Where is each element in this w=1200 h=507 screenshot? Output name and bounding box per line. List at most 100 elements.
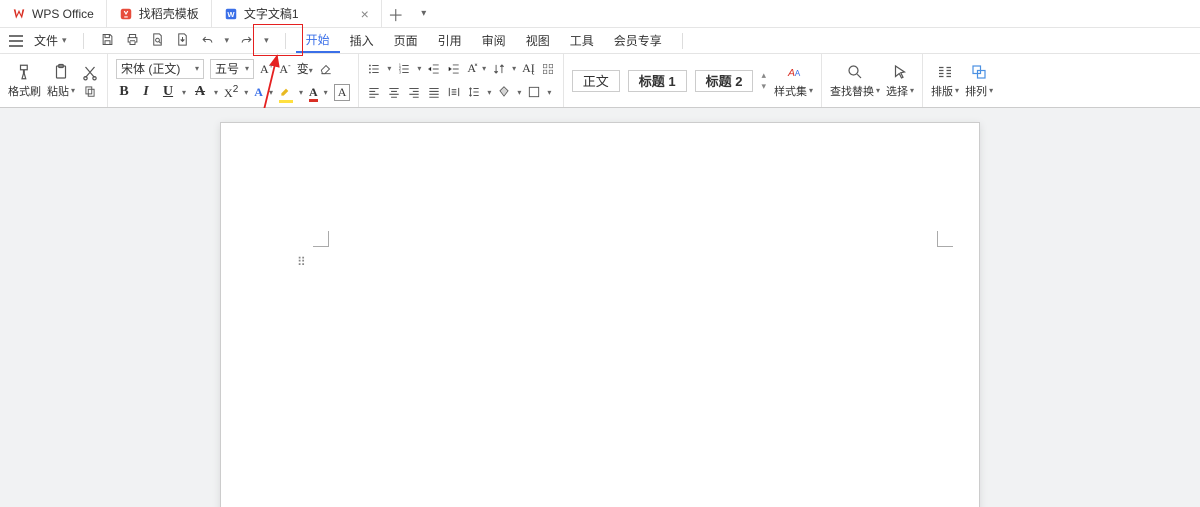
phonetic-button[interactable]: A̽ — [467, 61, 476, 76]
bold-button[interactable]: B — [116, 84, 132, 100]
select-button[interactable]: 选择▾ — [886, 63, 914, 99]
chevron-down-icon[interactable]: ▾ — [387, 64, 391, 73]
group-font: 宋体 (正文) ▾ 五号 ▾ A+ A- 变▾ B I U ▾ A ▾ X2 ▾ A ▾… — [108, 54, 359, 107]
copy-icon[interactable] — [83, 84, 97, 98]
undo-dropdown-icon[interactable]: ▾ — [225, 35, 230, 46]
margin-corner-icon — [313, 231, 329, 247]
borders-icon[interactable] — [527, 85, 541, 99]
separator — [83, 33, 84, 49]
paste-label: 粘贴 — [47, 83, 69, 99]
tab-home[interactable]: WPS Office — [0, 0, 107, 27]
print-preview-icon[interactable] — [150, 32, 165, 50]
strike-button[interactable]: A — [192, 84, 208, 100]
format-painter-button[interactable]: 格式刷 — [8, 63, 41, 99]
style-heading2[interactable]: 标题 2 — [695, 70, 754, 92]
chevron-down-icon[interactable]: ▾ — [244, 88, 248, 97]
redo-icon[interactable] — [239, 32, 254, 50]
arrange-button[interactable]: 排列▾ — [965, 63, 993, 99]
menu-start[interactable]: 开始 — [296, 28, 340, 53]
menu-view[interactable]: 视图 — [516, 28, 560, 53]
styles-set-button[interactable]: AA 样式集▾ — [774, 63, 813, 99]
chevron-down-icon[interactable]: ▾ — [417, 64, 421, 73]
align-center-icon[interactable] — [387, 85, 401, 99]
menu-review[interactable]: 审阅 — [472, 28, 516, 53]
superscript-button[interactable]: X2 — [224, 84, 238, 101]
sort-icon[interactable] — [492, 62, 506, 76]
line-spacing-icon[interactable] — [467, 85, 481, 99]
layout-button[interactable]: 排版▾ — [931, 63, 959, 99]
export-icon[interactable] — [175, 32, 190, 50]
style-heading1[interactable]: 标题 1 — [628, 70, 687, 92]
menu-tools[interactable]: 工具 — [560, 28, 604, 53]
hamburger-icon[interactable] — [8, 34, 24, 48]
align-left-icon[interactable] — [367, 85, 381, 99]
chevron-down-icon: ▾ — [71, 86, 75, 95]
menu-reference[interactable]: 引用 — [428, 28, 472, 53]
chevron-down-icon[interactable]: ▾ — [299, 88, 303, 97]
save-icon[interactable] — [100, 32, 115, 50]
style-gallery-scroll[interactable]: ▴▾ — [761, 70, 766, 92]
separator — [682, 33, 683, 49]
styles-icon: AA — [785, 63, 803, 81]
numbering-icon[interactable]: 123 — [397, 62, 411, 76]
change-case-button[interactable]: 变▾ — [297, 60, 313, 77]
italic-button[interactable]: I — [138, 84, 154, 100]
distribute-icon[interactable] — [447, 85, 461, 99]
char-shading-button[interactable]: A — [334, 84, 351, 101]
tab-template[interactable]: 找稻壳模板 — [107, 0, 212, 27]
daoke-template-icon — [119, 7, 133, 21]
document-page[interactable]: ⠿ — [220, 122, 980, 507]
layout-icon — [936, 63, 954, 81]
align-right-icon[interactable] — [407, 85, 421, 99]
chevron-down-icon[interactable]: ▾ — [482, 64, 486, 73]
shrink-font-button[interactable]: A- — [279, 61, 290, 77]
underline-button[interactable]: U — [160, 84, 176, 100]
menu-label: 工具 — [570, 32, 594, 49]
text-effects-button[interactable]: A — [254, 85, 263, 100]
tab-document[interactable]: W 文字文稿1 × — [212, 0, 382, 27]
indent-icon[interactable] — [447, 62, 461, 76]
grow-font-button[interactable]: A+ — [260, 61, 273, 77]
font-size-combo[interactable]: 五号 ▾ — [210, 59, 254, 79]
chevron-down-icon[interactable]: ▾ — [214, 88, 218, 97]
highlight-button[interactable] — [279, 84, 293, 101]
file-menu[interactable]: 文件 ▾ — [28, 32, 73, 49]
style-label: 标题 2 — [706, 71, 743, 90]
outdent-icon[interactable] — [427, 62, 441, 76]
chevron-down-icon[interactable]: ▾ — [182, 88, 186, 97]
print-icon[interactable] — [125, 32, 140, 50]
chevron-down-icon[interactable]: ▾ — [517, 88, 521, 97]
style-body[interactable]: 正文 — [572, 70, 620, 92]
style-label: 标题 1 — [639, 71, 676, 90]
paste-icon — [52, 63, 70, 81]
undo-icon[interactable] — [200, 32, 215, 50]
clear-format-icon[interactable] — [319, 62, 333, 76]
asian-layout-button[interactable]: AĮ — [522, 61, 535, 76]
chevron-down-icon[interactable]: ▾ — [324, 88, 328, 97]
new-tab-button[interactable]: ＋ — [382, 0, 410, 27]
show-marks-icon[interactable] — [541, 62, 555, 76]
font-name-combo[interactable]: 宋体 (正文) ▾ — [116, 59, 204, 79]
drag-handle-icon[interactable]: ⠿ — [297, 255, 307, 269]
font-color-button[interactable]: A — [309, 85, 318, 100]
margin-corner-icon — [937, 231, 953, 247]
align-justify-icon[interactable] — [427, 85, 441, 99]
chevron-down-icon[interactable]: ▾ — [487, 88, 491, 97]
cut-button[interactable] — [81, 64, 99, 98]
paste-button[interactable]: 粘贴▾ — [47, 63, 75, 99]
shading-icon[interactable] — [497, 85, 511, 99]
menu-insert[interactable]: 插入 — [340, 28, 384, 53]
menu-label: 插入 — [350, 32, 374, 49]
chevron-down-icon[interactable]: ▾ — [512, 64, 516, 73]
find-replace-button[interactable]: 查找替换▾ — [830, 63, 880, 99]
close-tab-icon[interactable]: × — [361, 7, 369, 21]
menu-vip[interactable]: 会员专享 — [604, 28, 672, 53]
menu-label: 会员专享 — [614, 32, 662, 49]
redo-dropdown-icon[interactable]: ▾ — [264, 35, 269, 46]
menu-page[interactable]: 页面 — [384, 28, 428, 53]
chevron-down-icon[interactable]: ▾ — [269, 88, 273, 97]
document-canvas[interactable]: ⠿ — [0, 108, 1200, 507]
chevron-down-icon[interactable]: ▾ — [547, 88, 551, 97]
bullets-icon[interactable] — [367, 62, 381, 76]
tab-overflow-button[interactable]: ▾ — [410, 0, 438, 27]
